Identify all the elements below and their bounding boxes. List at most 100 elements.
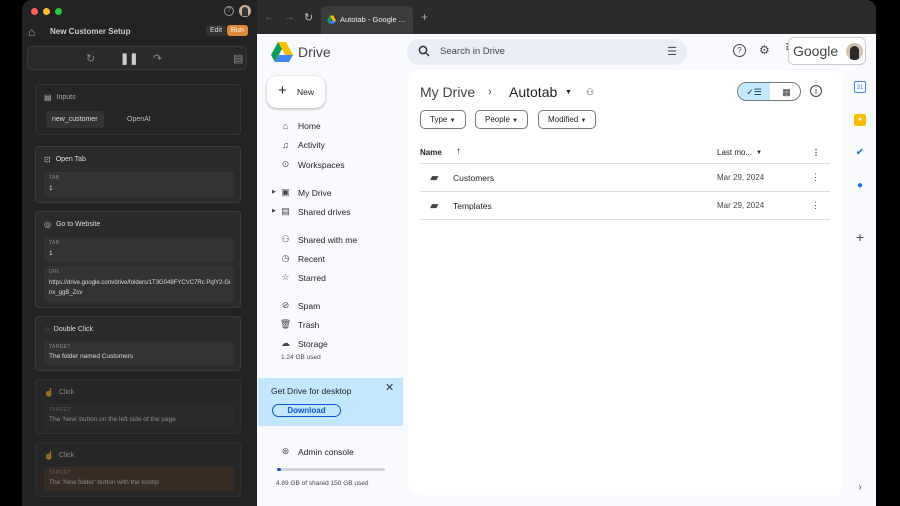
- more-vert-icon[interactable]: ⋮: [811, 172, 820, 183]
- help-icon[interactable]: ?: [224, 6, 234, 16]
- breadcrumb-parent[interactable]: My Drive: [420, 84, 475, 100]
- clock-icon: ◷: [281, 253, 290, 263]
- sidebar-item-spam[interactable]: ⊘ Spam: [279, 300, 321, 311]
- chevron-down-icon: ▼: [580, 118, 587, 124]
- info-icon[interactable]: i: [810, 85, 822, 97]
- add-addon-icon[interactable]: +: [854, 230, 866, 244]
- admin-console-link[interactable]: ⊛ Admin console: [279, 446, 354, 457]
- redo-icon[interactable]: ↷: [153, 52, 162, 65]
- sidebar-item-shared-drives[interactable]: ▤ Shared drives: [279, 206, 350, 217]
- back-icon[interactable]: ←: [264, 11, 275, 23]
- contacts-icon[interactable]: ●: [854, 180, 866, 192]
- promo-title: Get Drive for desktop: [271, 386, 352, 396]
- more-vert-icon[interactable]: ⋮: [812, 148, 820, 157]
- more-vert-icon[interactable]: ⋮: [811, 200, 820, 211]
- settings-gear-icon[interactable]: ⚙: [759, 43, 770, 57]
- restart-icon[interactable]: ↻: [86, 52, 95, 65]
- step-field[interactable]: TARGET The 'New folder' button with the …: [44, 467, 234, 491]
- zoom-window-button[interactable]: [55, 8, 62, 15]
- tasks-icon[interactable]: ✔: [854, 147, 866, 159]
- close-window-button[interactable]: [31, 8, 38, 15]
- sidebar-item-home[interactable]: ⌂ Home: [279, 121, 321, 131]
- help-icon[interactable]: ?: [733, 44, 746, 57]
- list-view-icon[interactable]: ✓☰: [738, 83, 770, 100]
- step-card[interactable]: ☝ Click TARGET The 'New' button on the l…: [35, 379, 241, 434]
- pause-icon[interactable]: ❚❚: [120, 52, 138, 65]
- sidebar-item-workspaces[interactable]: ⊙ Workspaces: [279, 159, 345, 170]
- chevron-down-icon: ▼: [512, 118, 519, 124]
- sort-arrow-up-icon[interactable]: ↑: [456, 146, 461, 157]
- browser-tab[interactable]: Autotab - Google ...: [321, 6, 413, 34]
- home-icon[interactable]: ⌂: [28, 25, 35, 39]
- step-card[interactable]: ☝ Click TARGET The 'New folder' button w…: [35, 442, 241, 497]
- file-name[interactable]: Templates: [453, 201, 492, 211]
- browser-window: ← → ↻ Autotab - Google ... + Drive Searc…: [257, 0, 876, 506]
- clipboard-icon[interactable]: ▤: [233, 52, 243, 65]
- storage-progress-bar: [277, 468, 385, 471]
- filter-people[interactable]: People ▼: [475, 110, 529, 129]
- calendar-icon[interactable]: 31: [854, 81, 866, 93]
- sidebar-item-label: Spam: [298, 300, 321, 311]
- search-bar[interactable]: Search in Drive ☰: [407, 39, 687, 65]
- table-row[interactable]: ▰ Templates Mar 29, 2024 ⋮: [420, 191, 830, 219]
- view-toggle: ✓☰ ▦: [737, 82, 801, 101]
- step-card[interactable]: ◌ Double Click TARGET The folder named C…: [35, 316, 241, 371]
- sidebar-item-storage[interactable]: ☁ Storage: [279, 338, 328, 349]
- step-card[interactable]: ⊡ Open Tab TAB 1: [35, 146, 241, 203]
- drive-brand[interactable]: Drive: [298, 44, 331, 60]
- automation-panel: ? ⌂ New Customer Setup Edit Run ↻ ❚❚ ↷ ▤…: [22, 0, 257, 506]
- sidebar-item-trash[interactable]: 🗑︎ Trash: [279, 319, 320, 330]
- filter-modified[interactable]: Modified ▼: [538, 110, 597, 129]
- sidebar-item-starred[interactable]: ☆ Starred: [279, 272, 325, 283]
- expand-arrow-icon[interactable]: ▶: [272, 208, 276, 214]
- avatar[interactable]: [846, 43, 863, 60]
- chevron-down-icon[interactable]: ▼: [756, 150, 762, 156]
- search-options-icon[interactable]: ☰: [667, 45, 677, 58]
- new-button[interactable]: + New: [267, 76, 325, 108]
- search-icon[interactable]: [418, 45, 430, 57]
- grid-view-icon[interactable]: ▦: [771, 83, 800, 100]
- step-title: Click: [58, 389, 75, 396]
- promo-banner: Get Drive for desktop ✕ Download: [258, 378, 403, 426]
- input-chip[interactable]: new_customer: [46, 111, 104, 128]
- filter-label: People: [485, 115, 510, 124]
- breadcrumb-current[interactable]: Autotab: [509, 84, 557, 100]
- tab-strip: ← → ↻ Autotab - Google ... +: [257, 0, 876, 34]
- expand-arrow-icon[interactable]: ▶: [272, 189, 276, 195]
- avatar[interactable]: [239, 5, 251, 17]
- filter-type[interactable]: Type ▼: [420, 110, 466, 129]
- keep-icon[interactable]: ●: [854, 114, 866, 126]
- share-people-icon[interactable]: ⚇: [586, 87, 594, 98]
- chevron-down-icon[interactable]: ▼: [565, 89, 572, 96]
- run-button[interactable]: Run: [227, 25, 248, 36]
- minimize-window-button[interactable]: [43, 8, 50, 15]
- table-row[interactable]: ▰ Customers Mar 29, 2024 ⋮: [420, 163, 830, 191]
- workflow-header: ⌂ New Customer Setup Edit Run: [22, 22, 257, 42]
- sidebar-item-shared-with-me[interactable]: ⚇ Shared with me: [279, 234, 357, 245]
- reload-icon[interactable]: ↻: [304, 11, 313, 24]
- step-field[interactable]: URL https://drive.google.com/drive/folde…: [44, 266, 234, 302]
- drive-logo-icon: [327, 15, 336, 24]
- sidebar-item-recent[interactable]: ◷ Recent: [279, 253, 325, 264]
- step-field[interactable]: TAB 1: [44, 237, 234, 262]
- column-header-last-modified[interactable]: Last mo...: [717, 148, 752, 157]
- file-name[interactable]: Customers: [453, 173, 494, 183]
- search-input[interactable]: Search in Drive: [440, 46, 505, 57]
- edit-button[interactable]: Edit: [206, 25, 227, 36]
- inputs-card: ▤ Inputs new_customer OpenAI: [35, 84, 241, 135]
- step-field[interactable]: TAB 1: [44, 172, 234, 197]
- close-icon[interactable]: ✕: [385, 381, 394, 394]
- step-card[interactable]: ◎ Go to Website TAB 1 URL https://drive.…: [35, 211, 241, 308]
- download-button[interactable]: Download: [272, 404, 341, 417]
- new-tab-button[interactable]: +: [421, 10, 428, 24]
- forward-icon[interactable]: →: [284, 11, 295, 23]
- input-chip[interactable]: OpenAI: [121, 111, 157, 128]
- step-field[interactable]: TARGET The 'New' button on the left side…: [44, 404, 234, 428]
- column-header-name[interactable]: Name: [420, 148, 442, 157]
- field-value: The 'New folder' button with the tooltip: [49, 479, 159, 486]
- sidebar-item-my-drive[interactable]: ▣ My Drive: [279, 187, 331, 198]
- account-switcher[interactable]: Google: [788, 37, 866, 65]
- step-field[interactable]: TARGET The folder named Customers: [44, 341, 234, 365]
- chevron-right-icon[interactable]: ›: [854, 482, 866, 494]
- sidebar-item-activity[interactable]: ♫ Activity: [279, 140, 325, 150]
